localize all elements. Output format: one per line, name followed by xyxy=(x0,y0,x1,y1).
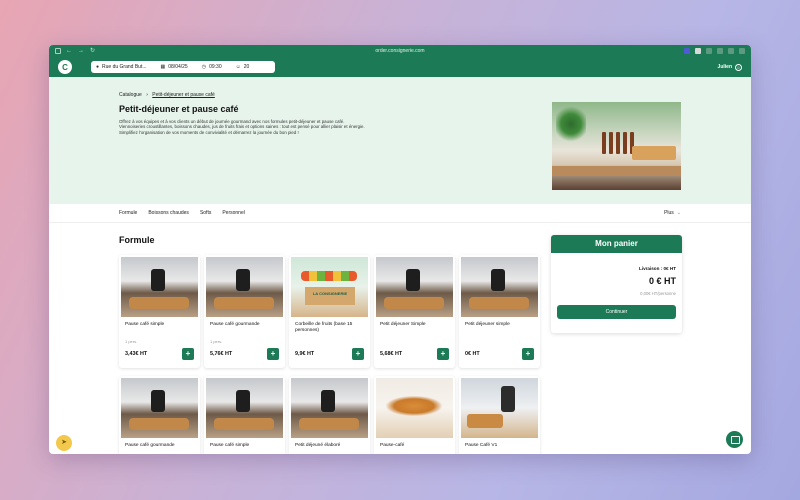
tab-personnel[interactable]: Personnel xyxy=(222,210,245,216)
tab-boissons-chaudes[interactable]: Boissons chaudes xyxy=(148,210,189,216)
photo-bottles xyxy=(602,132,634,154)
address-segment[interactable]: ● Rue du Grand But... xyxy=(96,64,147,70)
breadcrumb-catalogue[interactable]: Catalogue xyxy=(119,92,142,98)
tab-softs[interactable]: Softs xyxy=(200,210,211,216)
chat-icon[interactable] xyxy=(726,431,743,448)
cart-panel: Mon panier Livraison : 0€ HT 0 € HT 0,00… xyxy=(551,235,682,333)
product-name: Pause café gourmande xyxy=(125,443,175,448)
address-value: Rue du Grand But... xyxy=(102,64,147,70)
product-card[interactable]: Petit déjeuné élaboré xyxy=(289,376,370,454)
category-photo xyxy=(552,102,681,190)
user-menu[interactable]: Julien ☺ xyxy=(717,63,742,71)
product-price: 9,9€ HT xyxy=(295,351,315,357)
app-header: C ● Rue du Grand But... ▦ 08/04/25 ◷ 09:… xyxy=(49,57,751,77)
product-name: Corbeille de fruits (base 15 personnes) xyxy=(295,322,353,334)
time-segment[interactable]: ◷ 09:30 xyxy=(202,64,222,70)
product-image xyxy=(206,378,283,438)
consignerie-logo-icon[interactable]: C xyxy=(58,60,72,74)
breadcrumb-separator: › xyxy=(146,92,148,98)
more-label: Plus xyxy=(664,210,674,216)
category-description: Offrez à vos équipes et à vos clients un… xyxy=(119,119,449,135)
quick-action-icon[interactable]: ➤ xyxy=(56,435,72,451)
product-subtitle: 1 pers. xyxy=(125,339,138,344)
browser-toolbar: ← → ↻ order.consignerie.com xyxy=(49,45,751,57)
address-bar[interactable]: order.consignerie.com xyxy=(49,48,751,54)
time-value: 09:30 xyxy=(209,64,222,70)
add-to-cart-button[interactable]: + xyxy=(352,348,364,360)
user-icon: ☺ xyxy=(735,63,742,71)
photo-plant xyxy=(556,104,586,144)
product-price: 3,43€ HT xyxy=(125,351,148,357)
cart-total: 0 € HT xyxy=(648,276,676,286)
product-image xyxy=(291,257,368,317)
product-name: Petit déjeuner Simple xyxy=(380,322,426,327)
product-card[interactable]: Petit déjeuner simple 0€ HT + xyxy=(459,255,540,368)
product-image xyxy=(461,257,538,317)
product-name: Pause café gourmande xyxy=(210,322,260,327)
product-name: Petit déjeuner simple xyxy=(465,322,510,327)
price-per-person: 0,00€ HT/personne xyxy=(640,291,676,296)
category-tabs: Formule Boissons chaudes Softs Personnel… xyxy=(49,204,751,223)
guests-value: 20 xyxy=(243,64,250,70)
product-image xyxy=(376,257,453,317)
add-to-cart-button[interactable]: + xyxy=(437,348,449,360)
add-to-cart-button[interactable]: + xyxy=(267,348,279,360)
product-image xyxy=(121,378,198,438)
cart-title: Mon panier xyxy=(551,235,682,253)
product-image xyxy=(291,378,368,438)
product-card[interactable]: Pause café simple xyxy=(204,376,285,454)
category-hero: Catalogue › Petit-déjeuner et pause café… xyxy=(49,77,751,204)
calendar-icon: ▦ xyxy=(160,64,166,70)
page-title: Petit-déjeuner et pause café xyxy=(119,104,239,114)
chevron-down-icon: ⌄ xyxy=(676,210,681,216)
product-price: 5,68€ HT xyxy=(380,351,403,357)
product-image xyxy=(121,257,198,317)
product-card[interactable]: Pause-café xyxy=(374,376,455,454)
product-image xyxy=(376,378,453,438)
product-subtitle: 1 pers. xyxy=(210,339,223,344)
more-tabs-dropdown[interactable]: Plus ⌄ xyxy=(664,210,681,216)
section-title: Formule xyxy=(119,235,155,245)
product-card[interactable]: Corbeille de fruits (base 15 personnes) … xyxy=(289,255,370,368)
person-icon: ☺ xyxy=(235,64,241,70)
continue-button[interactable]: Continuer xyxy=(557,305,676,319)
user-name: Julien xyxy=(717,64,732,70)
guests-segment[interactable]: ☺ 20 xyxy=(236,64,250,70)
product-price: 0€ HT xyxy=(465,351,480,357)
product-card[interactable]: Pause Café V1 xyxy=(459,376,540,454)
photo-table xyxy=(552,166,681,176)
date-segment[interactable]: ▦ 08/04/25 xyxy=(161,64,188,70)
product-name: Pause-café xyxy=(380,443,405,448)
delivery-fee: Livraison : 0€ HT xyxy=(638,266,676,271)
tab-formule[interactable]: Formule xyxy=(119,210,137,216)
product-name: Pause Café V1 xyxy=(465,443,498,448)
add-to-cart-button[interactable]: + xyxy=(522,348,534,360)
product-image xyxy=(461,378,538,438)
product-card[interactable]: Pause café gourmande 1 pers. 5,76€ HT + xyxy=(204,255,285,368)
breadcrumb-current[interactable]: Petit-déjeuner et pause café xyxy=(152,92,215,98)
product-name: Petit déjeuné élaboré xyxy=(295,443,341,448)
photo-pastries xyxy=(632,146,676,160)
product-card[interactable]: Pause café simple 1 pers. 3,43€ HT + xyxy=(119,255,200,368)
order-context-bar[interactable]: ● Rue du Grand But... ▦ 08/04/25 ◷ 09:30… xyxy=(91,61,275,73)
product-name: Pause café simple xyxy=(125,322,165,327)
product-image xyxy=(206,257,283,317)
product-card[interactable]: Pause café gourmande xyxy=(119,376,200,454)
add-to-cart-button[interactable]: + xyxy=(182,348,194,360)
browser-window: ← → ↻ order.consignerie.com C ● Rue du G… xyxy=(49,45,751,454)
product-name: Pause café simple xyxy=(210,443,250,448)
location-pin-icon: ● xyxy=(96,64,100,70)
breadcrumb: Catalogue › Petit-déjeuner et pause café xyxy=(119,92,215,98)
product-grid: Pause café simple 1 pers. 3,43€ HT + Pau… xyxy=(119,255,540,454)
product-price: 5,76€ HT xyxy=(210,351,233,357)
product-card[interactable]: Petit déjeuner Simple 5,68€ HT + xyxy=(374,255,455,368)
date-value: 08/04/25 xyxy=(168,64,188,70)
clock-icon: ◷ xyxy=(201,64,207,70)
description-line: Simplifiez l'organisation de vos moments… xyxy=(119,129,299,135)
